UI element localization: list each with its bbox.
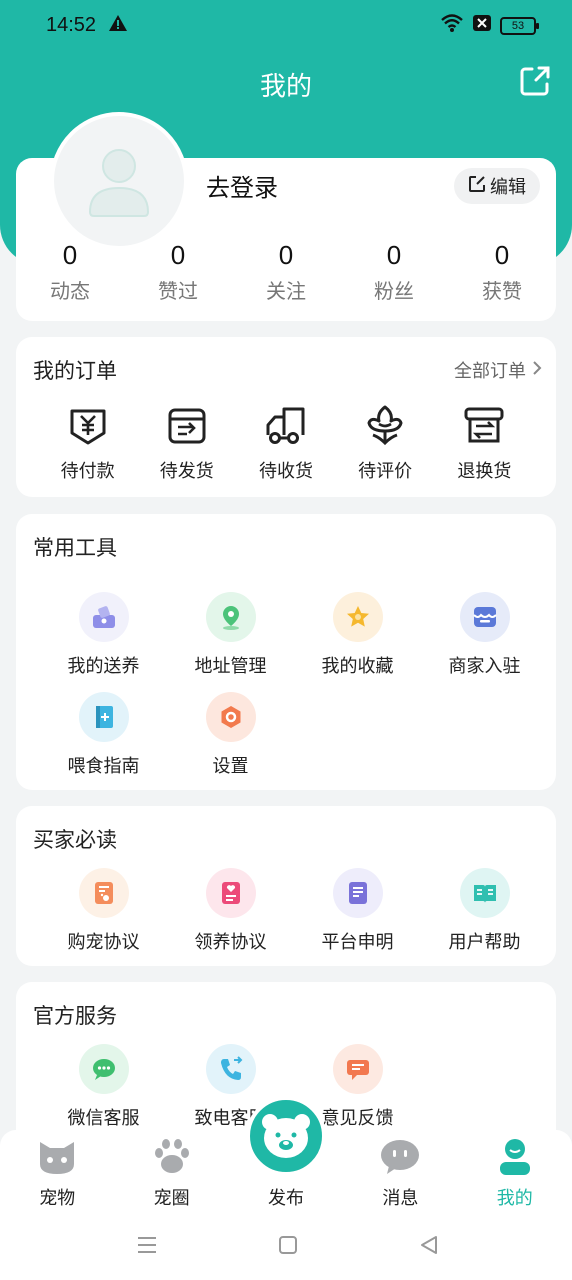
service-wechat[interactable]: 微信客服 [40,1044,167,1130]
guide-book-icon [78,692,129,742]
tab-pet-circle[interactable]: 宠圈 [114,1130,228,1220]
wechat-service-icon [78,1044,129,1094]
home-icon[interactable] [277,1234,299,1260]
feedback-icon [332,1044,383,1094]
tool-settings[interactable]: 设置 [167,692,294,778]
read-adoption-agreement[interactable]: 领养协议 [167,868,294,954]
stat-likes-received[interactable]: 0 获赞 [448,240,556,304]
wifi-icon [440,13,464,38]
order-pending-payment[interactable]: 待付款 [42,403,134,483]
edit-icon [468,175,486,198]
cat-icon [0,1136,114,1178]
read-purchase-agreement[interactable]: 购宠协议 [40,868,167,954]
tool-my-rehome[interactable]: 我的送养 [40,592,167,678]
edit-label: 编辑 [490,177,526,198]
tool-feeding-guide[interactable]: 喂食指南 [40,692,167,778]
warning-icon [108,13,128,38]
pet-adopt-icon [78,592,129,642]
message-icon [343,1136,457,1178]
status-time: 14:52 [46,14,97,36]
location-icon [205,592,256,642]
service-title: 官方服务 [33,1004,117,1028]
all-orders-link[interactable]: 全部订单 [454,357,542,383]
order-pending-review[interactable]: 待评价 [339,403,431,483]
default-avatar-icon [88,149,150,217]
return-box-icon [438,403,530,447]
login-link[interactable]: 去登录 [206,168,278,203]
read-user-help[interactable]: 用户帮助 [421,868,548,954]
phone-icon [205,1044,256,1094]
help-book-icon [459,868,510,918]
profile-stats: 0 动态 0 赞过 0 关注 0 粉丝 0 获赞 [16,240,556,304]
system-navigation-bar [0,1220,572,1280]
tab-mine[interactable]: 我的 [458,1130,572,1220]
tool-merchant-join[interactable]: 商家入驻 [421,592,548,678]
orders-card: 我的订单 全部订单 待付款 待发货 待收货 待评价 退换货 [16,337,556,497]
tool-favorites[interactable]: 我的收藏 [294,592,421,678]
order-pending-shipment[interactable]: 待发货 [141,403,233,483]
order-returns[interactable]: 退换货 [438,403,530,483]
tool-address[interactable]: 地址管理 [167,592,294,678]
battery-indicator: 53 [500,16,539,35]
bear-publish-icon [262,1114,310,1158]
tools-card: 常用工具 我的送养 地址管理 我的收藏 商家入驻 喂食指南 设置 [16,514,556,790]
status-bar: 14:52 53 [0,0,572,52]
stat-followers[interactable]: 0 粉丝 [340,240,448,304]
avatar[interactable] [50,112,188,250]
tools-title: 常用工具 [33,536,117,560]
payment-icon [42,403,134,447]
stat-following[interactable]: 0 关注 [232,240,340,304]
document-icon [332,868,383,918]
stat-liked[interactable]: 0 赞过 [124,240,232,304]
page-title: 我的 [259,72,312,102]
flower-review-icon [339,403,431,447]
order-pending-receipt[interactable]: 待收货 [240,403,332,483]
paw-document-icon [78,868,129,918]
share-icon[interactable] [518,64,552,98]
heart-document-icon [205,868,256,918]
publish-button[interactable] [246,1096,326,1176]
settings-icon [205,692,256,742]
chevron-right-icon [532,360,542,381]
tab-pets[interactable]: 宠物 [0,1130,114,1220]
user-icon [458,1136,572,1178]
star-icon [332,592,383,642]
read-platform-statement[interactable]: 平台申明 [294,868,421,954]
truck-icon [240,403,332,447]
back-icon[interactable] [418,1234,440,1260]
tab-messages[interactable]: 消息 [343,1130,457,1220]
menu-icon[interactable] [136,1234,158,1260]
store-icon [459,592,510,642]
edit-button[interactable]: 编辑 [454,168,540,204]
reads-title: 买家必读 [33,828,117,852]
buyer-reads-card: 买家必读 购宠协议 领养协议 平台申明 用户帮助 [16,806,556,966]
paw-icon [114,1136,228,1178]
shipping-box-icon [141,403,233,447]
orders-title: 我的订单 [33,359,117,383]
stat-dynamics[interactable]: 0 动态 [16,240,124,304]
sim-disabled-icon [472,13,492,38]
